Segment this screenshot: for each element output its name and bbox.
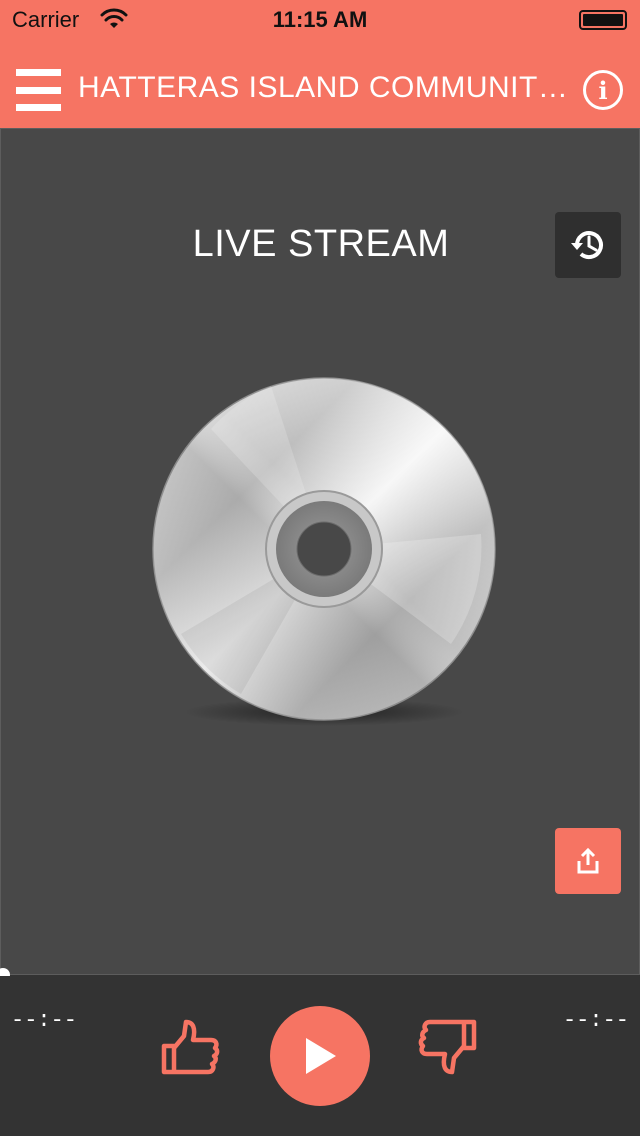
hamburger-menu-icon[interactable] <box>16 69 61 111</box>
status-bar: Carrier 11:15 AM <box>0 0 640 40</box>
status-time: 11:15 AM <box>272 7 368 32</box>
stream-title: LIVE STREAM <box>192 223 450 265</box>
dislike-button[interactable] <box>416 1014 482 1080</box>
play-icon <box>306 1038 336 1074</box>
elapsed-time: --:-- <box>11 1008 78 1033</box>
nav-bar: HATTERAS ISLAND COMMUNITY RADIO i <box>0 40 640 128</box>
now-playing-panel: LIVE STREAM <box>0 128 640 975</box>
player-controls: --:-- --:-- <box>0 976 640 1136</box>
battery-level <box>583 14 623 26</box>
total-time: --:-- <box>562 1008 629 1033</box>
battery-icon <box>579 10 627 30</box>
like-button[interactable] <box>156 1014 222 1080</box>
play-button[interactable] <box>270 1006 370 1106</box>
top-bar: Carrier 11:15 AM HATTERAS ISLAND COMMUNI… <box>0 0 640 128</box>
info-icon[interactable]: i <box>583 70 623 110</box>
history-button[interactable] <box>555 212 621 278</box>
station-title: HATTERAS ISLAND COMMUNITY RADIO <box>78 71 570 104</box>
share-button[interactable] <box>555 828 621 894</box>
thumbs-down-icon <box>418 1019 477 1075</box>
history-icon <box>571 231 603 260</box>
cd-disc-icon <box>152 377 496 726</box>
share-icon <box>577 847 599 874</box>
thumbs-up-icon <box>161 1019 220 1075</box>
